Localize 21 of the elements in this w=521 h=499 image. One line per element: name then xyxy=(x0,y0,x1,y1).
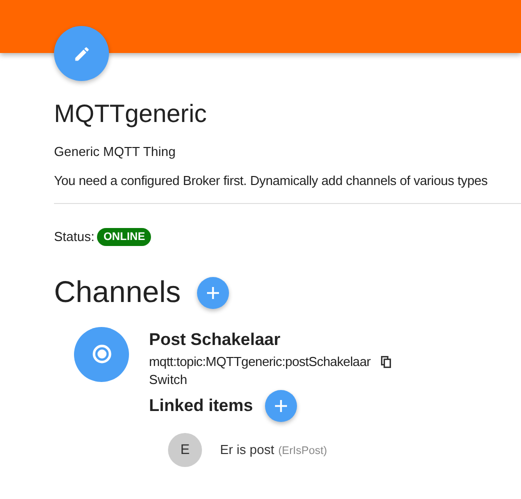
channel-name: Post Schakelaar xyxy=(149,328,282,350)
copy-button[interactable] xyxy=(380,356,391,368)
status-label: Status: xyxy=(54,228,94,246)
linked-items-heading: Linked items xyxy=(149,394,253,416)
add-linked-item-button[interactable] xyxy=(264,390,297,422)
edit-button[interactable] xyxy=(54,26,109,81)
channel-type: Switch xyxy=(149,370,188,388)
section-heading: Channels xyxy=(54,274,181,310)
channel-uid: mqtt:topic:MQTTgeneric:postSchakelaar xyxy=(149,352,371,370)
thing-subtitle: Generic MQTT Thing xyxy=(54,144,177,160)
thing-title: MQTTgeneric xyxy=(54,99,208,129)
item-avatar: E xyxy=(168,432,202,466)
plus-icon xyxy=(206,286,220,300)
copy-icon xyxy=(380,356,391,368)
item-name: (ErIsPost) xyxy=(278,444,328,459)
pencil-icon xyxy=(72,44,90,62)
thing-description: You need a configured Broker first. Dynamically add channels of various types xyxy=(54,173,489,189)
status-badge: ONLINE xyxy=(97,228,152,246)
item-label[interactable]: Er is post xyxy=(220,440,274,460)
plus-icon xyxy=(274,398,288,412)
add-channel-button[interactable] xyxy=(196,276,229,308)
